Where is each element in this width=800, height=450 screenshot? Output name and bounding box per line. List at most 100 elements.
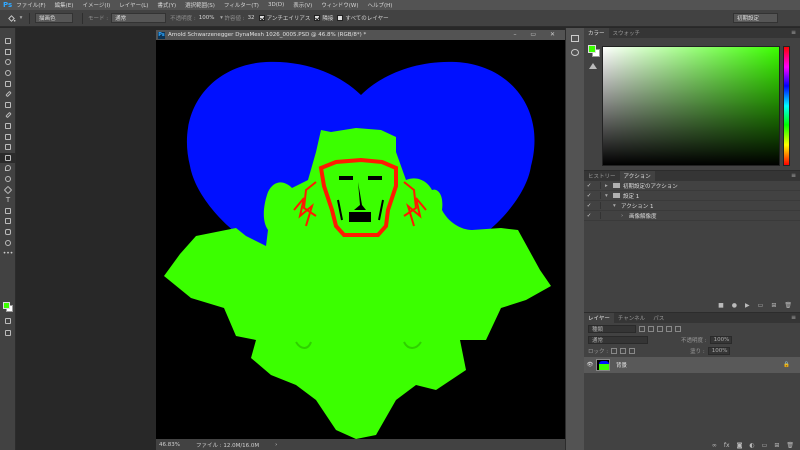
menu-type[interactable]: 書式(Y) xyxy=(157,1,176,9)
chevron-down-icon[interactable]: ▾ xyxy=(605,193,613,199)
quick-select-tool-icon[interactable] xyxy=(0,68,16,79)
screen-mode-icon[interactable] xyxy=(0,328,16,339)
document-tab[interactable]: Ps Arnold Schwarzenegger DynaMesh 1026_0… xyxy=(156,30,565,40)
toolbar-grip[interactable] xyxy=(0,28,15,36)
marquee-tool-icon[interactable] xyxy=(0,47,16,58)
menu-window[interactable]: ウィンドウ(W) xyxy=(321,1,358,9)
layer-kind-filter[interactable]: 種類 xyxy=(588,324,636,333)
workspace-select[interactable]: 初期設定 xyxy=(733,13,778,23)
lasso-tool-icon[interactable] xyxy=(0,57,16,68)
menu-image[interactable]: イメージ(I) xyxy=(82,1,110,9)
color-picker-field[interactable] xyxy=(602,46,780,166)
eyedropper-tool-icon[interactable] xyxy=(0,89,16,100)
smart-object-filter-icon[interactable] xyxy=(675,325,681,332)
pen-tool-icon[interactable] xyxy=(0,184,16,195)
action-step-row[interactable]: ✓ › 画像解像度 xyxy=(584,211,800,221)
contiguous-checkbox[interactable] xyxy=(314,15,321,21)
actions-panel-icon[interactable] xyxy=(571,49,579,56)
adjustment-filter-icon[interactable] xyxy=(648,325,654,332)
mask-icon[interactable]: ◙ xyxy=(737,442,743,449)
color-foreground-swatch[interactable] xyxy=(588,45,596,53)
eye-icon[interactable]: 👁 xyxy=(584,362,596,368)
quick-mask-icon[interactable] xyxy=(0,316,16,327)
tab-swatches[interactable]: スウォッチ xyxy=(609,28,645,38)
healing-brush-tool-icon[interactable] xyxy=(0,100,16,111)
stamp-tool-icon[interactable] xyxy=(0,121,16,132)
history-brush-tool-icon[interactable] xyxy=(0,131,16,142)
mode-select[interactable]: 通常 xyxy=(111,13,167,23)
hand-tool-icon[interactable] xyxy=(0,227,16,238)
chevron-right-icon[interactable]: ▸ xyxy=(605,183,613,189)
fill-source-select[interactable]: 描画色 xyxy=(35,13,73,23)
dodge-tool-icon[interactable] xyxy=(0,174,16,185)
checkmark-icon[interactable]: ✓ xyxy=(584,213,594,219)
chevron-down-icon[interactable]: ▾ xyxy=(613,203,621,209)
menu-file[interactable]: ファイル(F) xyxy=(16,1,45,9)
panel-menu-icon[interactable]: ≡ xyxy=(791,172,796,179)
dialog-toggle[interactable] xyxy=(594,202,601,209)
menu-select[interactable]: 選択範囲(S) xyxy=(185,1,215,9)
record-icon[interactable]: ● xyxy=(732,302,737,309)
new-set-icon[interactable]: ▭ xyxy=(758,302,764,309)
opacity-value[interactable]: 100% xyxy=(199,15,215,21)
adjustment-icon[interactable]: ◐ xyxy=(749,442,754,449)
action-set-row[interactable]: ✓ ▾ 設定 1 xyxy=(584,191,800,201)
canvas[interactable] xyxy=(156,40,565,439)
paint-bucket-icon[interactable] xyxy=(4,13,18,24)
panel-menu-icon[interactable]: ≡ xyxy=(791,29,796,36)
more-tools-icon[interactable]: ••• xyxy=(0,248,16,259)
tab-layers[interactable]: レイヤー xyxy=(584,313,614,323)
chevron-right-icon[interactable]: › xyxy=(621,213,629,219)
checkmark-icon[interactable]: ✓ xyxy=(584,203,594,209)
layer-row-background[interactable]: 👁 背景 🔒 xyxy=(584,357,800,373)
type-filter-icon[interactable] xyxy=(657,325,663,332)
brush-tool-icon[interactable] xyxy=(0,110,16,121)
rectangle-tool-icon[interactable] xyxy=(0,216,16,227)
dialog-toggle[interactable] xyxy=(594,192,601,199)
checkmark-icon[interactable]: ✓ xyxy=(584,193,594,199)
trash-icon[interactable]: 🗑 xyxy=(784,302,792,309)
action-set-row[interactable]: ✓ ▸ 初期設定のアクション xyxy=(584,181,800,191)
tab-channels[interactable]: チャンネル xyxy=(614,313,649,323)
action-row[interactable]: ✓ ▾ アクション 1 xyxy=(584,201,800,211)
eraser-tool-icon[interactable] xyxy=(0,142,16,153)
new-layer-icon[interactable]: ⊞ xyxy=(774,442,779,449)
type-tool-icon[interactable]: T xyxy=(0,195,16,206)
foreground-color-swatch[interactable] xyxy=(3,302,10,309)
tab-paths[interactable]: パス xyxy=(649,313,668,323)
chevron-right-icon[interactable]: › xyxy=(275,442,277,448)
trash-icon[interactable]: 🗑 xyxy=(786,442,794,449)
menu-edit[interactable]: 編集(E) xyxy=(55,1,74,9)
dialog-toggle[interactable] xyxy=(594,182,601,189)
play-icon[interactable]: ▶ xyxy=(745,302,750,309)
pixel-filter-icon[interactable] xyxy=(639,325,645,332)
window-controls[interactable]: – ▭ ✕ xyxy=(513,31,561,38)
antialias-checkbox[interactable] xyxy=(258,15,265,21)
hue-slider[interactable] xyxy=(783,46,790,166)
group-icon[interactable]: ▭ xyxy=(762,442,768,449)
history-panel-icon[interactable] xyxy=(571,35,579,42)
menu-filter[interactable]: フィルター(T) xyxy=(224,1,259,9)
stop-icon[interactable]: ■ xyxy=(718,302,724,309)
path-select-tool-icon[interactable] xyxy=(0,206,16,217)
tolerance-value[interactable]: 32 xyxy=(248,15,255,21)
menu-3d[interactable]: 3D(D) xyxy=(268,2,284,8)
blur-tool-icon[interactable] xyxy=(0,163,16,174)
panel-menu-icon[interactable]: ≡ xyxy=(791,314,796,321)
fx-icon[interactable]: fx xyxy=(724,442,730,449)
menu-view[interactable]: 表示(V) xyxy=(293,1,312,9)
lock-pixels-icon[interactable] xyxy=(611,347,618,354)
new-action-icon[interactable]: ⊞ xyxy=(771,302,776,309)
layer-opacity-input[interactable]: 100% xyxy=(709,335,732,344)
tab-color[interactable]: カラー xyxy=(584,28,609,38)
dialog-toggle[interactable] xyxy=(594,212,601,219)
menu-layer[interactable]: レイヤー(L) xyxy=(119,1,148,9)
link-icon[interactable]: ∞ xyxy=(712,442,717,449)
lock-all-icon[interactable] xyxy=(629,347,636,354)
gamut-warning-icon[interactable] xyxy=(589,63,597,69)
all-layers-checkbox[interactable] xyxy=(337,15,344,21)
checkmark-icon[interactable]: ✓ xyxy=(584,183,594,189)
zoom-tool-icon[interactable] xyxy=(0,237,16,248)
menu-help[interactable]: ヘルプ(H) xyxy=(368,1,393,9)
tab-history[interactable]: ヒストリー xyxy=(584,171,620,181)
